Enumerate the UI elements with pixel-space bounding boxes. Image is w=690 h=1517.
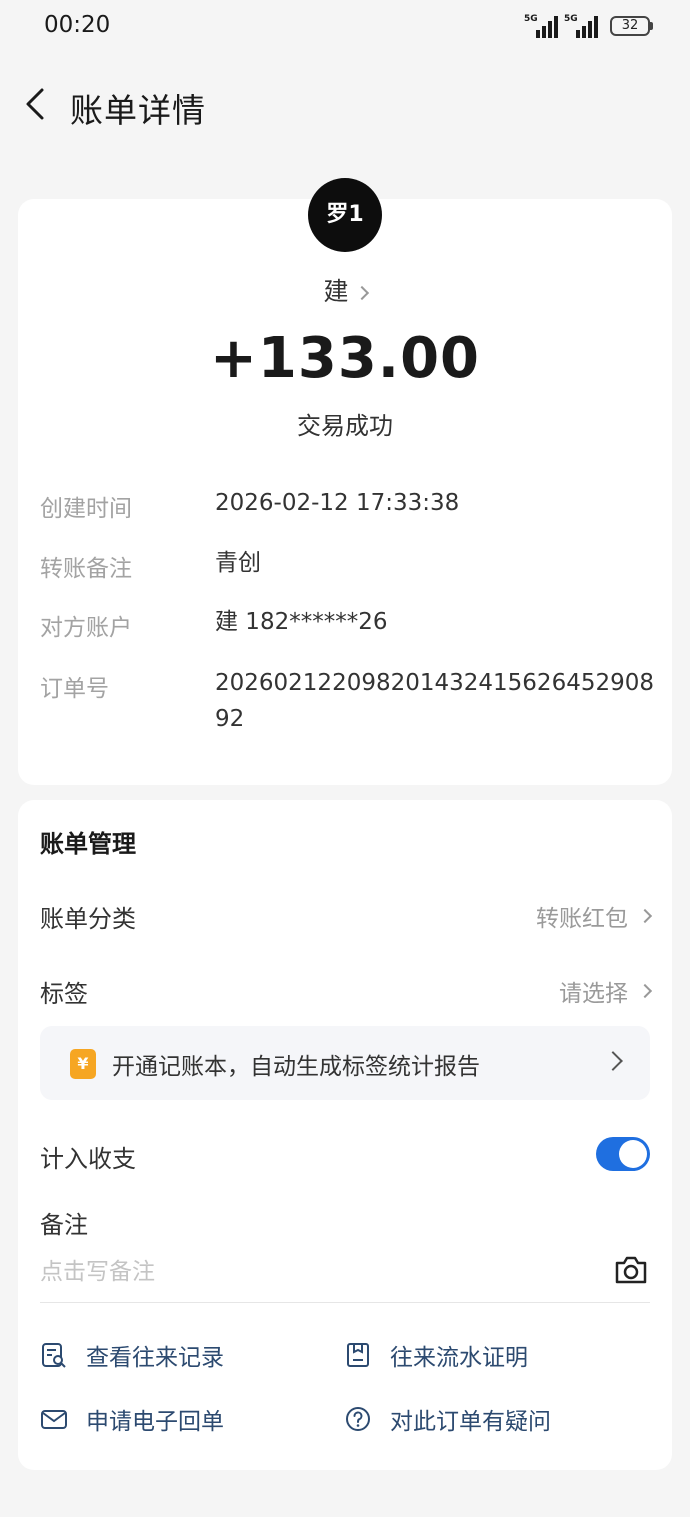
- signal-icon-2: 5G: [564, 14, 598, 38]
- include-income-toggle[interactable]: [596, 1137, 650, 1171]
- tag-label: 标签: [40, 980, 88, 1008]
- chevron-right-icon: [637, 983, 653, 999]
- promo-text: 开通记账本，自动生成标签统计报告: [112, 1054, 480, 1080]
- page-title: 账单详情: [70, 91, 206, 130]
- remark-label: 备注: [40, 1211, 88, 1239]
- ledger-promo-banner[interactable]: ¥ 开通记账本，自动生成标签统计报告: [40, 1026, 650, 1100]
- counterparty-account-label: 对方账户: [40, 615, 132, 641]
- avatar[interactable]: 罗1: [308, 178, 382, 252]
- network-label-1: 5G: [524, 14, 538, 24]
- counterparty-account-value: 建 182******26: [215, 609, 388, 635]
- remark-input[interactable]: [40, 1252, 600, 1292]
- status-bar: 00:20 5G 5G 32: [0, 0, 690, 52]
- transaction-status: 交易成功: [297, 412, 393, 440]
- e-receipt-label: 申请电子回单: [86, 1409, 224, 1435]
- transaction-amount: +133.00: [209, 326, 481, 391]
- counterparty-link[interactable]: 建: [0, 272, 690, 308]
- camera-icon[interactable]: [613, 1254, 649, 1286]
- bill-category-value: 转账红包: [536, 906, 628, 932]
- network-label-2: 5G: [564, 14, 578, 24]
- order-number-label: 订单号: [40, 676, 109, 702]
- created-time-value: 2026-02-12 17:33:38: [215, 490, 460, 516]
- yuan-icon: ¥: [70, 1049, 96, 1079]
- mail-icon: [41, 1410, 67, 1429]
- order-question-button[interactable]: 对此订单有疑问: [344, 1402, 551, 1436]
- section-title: 账单管理: [40, 830, 136, 858]
- order-number-value: 20260212209820143241562645290892: [215, 670, 654, 732]
- bill-category-label: 账单分类: [40, 905, 136, 933]
- question-icon: [346, 1407, 370, 1431]
- back-arrow-icon[interactable]: [18, 84, 54, 124]
- view-records-button[interactable]: 查看往来记录: [40, 1338, 224, 1372]
- status-time: 00:20: [44, 12, 111, 38]
- battery-icon: 32: [610, 16, 650, 36]
- chevron-right-icon: [354, 285, 369, 300]
- statement-proof-button[interactable]: 往来流水证明: [344, 1338, 528, 1372]
- e-receipt-button[interactable]: 申请电子回单: [40, 1402, 224, 1436]
- chevron-right-icon: [637, 908, 653, 924]
- nav-bar: 账单详情: [0, 70, 690, 140]
- transfer-note-value: 青创: [215, 550, 261, 576]
- created-time-label: 创建时间: [40, 496, 132, 522]
- battery-level: 32: [621, 18, 639, 33]
- order-question-label: 对此订单有疑问: [390, 1409, 551, 1435]
- chevron-right-icon: [603, 1051, 623, 1071]
- record-search-icon: [42, 1343, 66, 1368]
- view-records-label: 查看往来记录: [86, 1345, 224, 1371]
- include-income-label: 计入收支: [40, 1145, 136, 1173]
- bill-category-selector[interactable]: 转账红包: [536, 899, 653, 933]
- bill-detail-page: 00:20 5G 5G 32 账单详情 罗1 建 +133.00 交易成功 创建…: [0, 0, 690, 1517]
- tag-value: 请选择: [559, 981, 628, 1007]
- signal-icon-1: 5G: [524, 14, 558, 38]
- toggle-knob: [619, 1140, 647, 1168]
- battery-cap: [650, 22, 653, 30]
- statement-proof-icon: [347, 1343, 369, 1367]
- transfer-note-label: 转账备注: [40, 556, 132, 582]
- divider: [40, 1302, 650, 1303]
- statement-proof-label: 往来流水证明: [390, 1345, 528, 1371]
- tag-selector[interactable]: 请选择: [559, 974, 653, 1008]
- counterparty-name: 建: [323, 277, 349, 306]
